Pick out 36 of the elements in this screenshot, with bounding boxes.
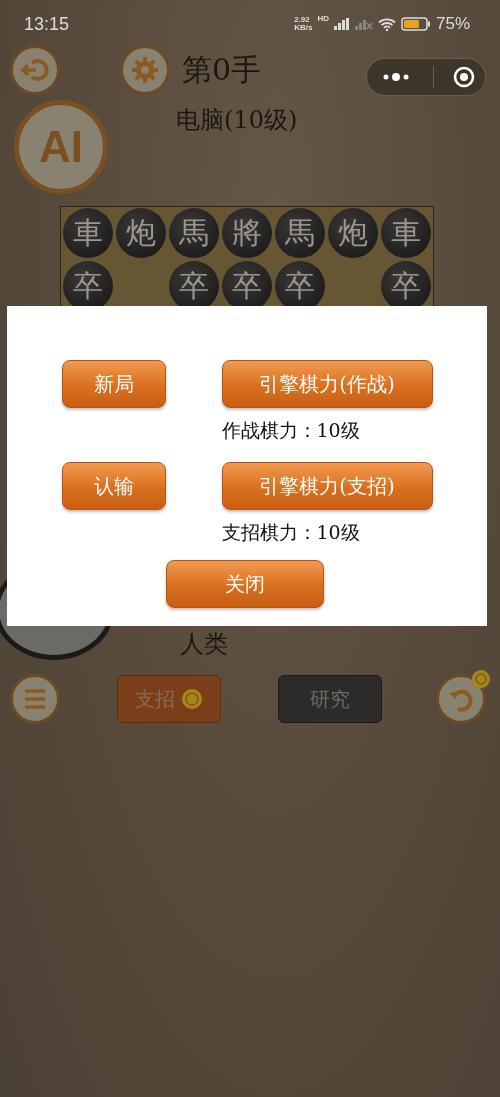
chess-piece[interactable]: 車 bbox=[381, 208, 432, 258]
battery-icon bbox=[400, 17, 431, 31]
chess-piece[interactable]: 將 bbox=[222, 208, 272, 258]
network-type: HD bbox=[317, 14, 329, 23]
coin-icon bbox=[471, 669, 491, 689]
signal-icon bbox=[333, 18, 350, 30]
close-miniprogram-icon[interactable] bbox=[452, 65, 477, 89]
hint-strength-label: 支招棋力：10级 bbox=[221, 520, 361, 545]
research-button[interactable]: 研究 bbox=[278, 675, 382, 723]
chess-piece[interactable]: 炮 bbox=[328, 208, 379, 258]
resign-button[interactable]: 认输 bbox=[61, 462, 166, 510]
move-counter: 第0手 bbox=[182, 50, 262, 89]
settings-icon bbox=[130, 55, 160, 85]
chess-piece[interactable]: 車 bbox=[62, 208, 113, 258]
chess-piece[interactable]: 馬 bbox=[168, 208, 219, 258]
battery-percent: 75% bbox=[435, 14, 470, 34]
player-name: 人类 bbox=[180, 629, 228, 660]
close-button[interactable]: 关闭 bbox=[165, 560, 324, 608]
network-speed: 2.92 bbox=[294, 16, 311, 24]
status-time: 13:15 bbox=[24, 13, 70, 35]
battle-strength-button[interactable]: 引擎棋力(作战) bbox=[221, 360, 433, 408]
coin-icon bbox=[181, 688, 203, 710]
network-speed-unit: KB/s bbox=[294, 24, 313, 32]
exit-button[interactable] bbox=[10, 45, 60, 95]
menu-button[interactable] bbox=[10, 674, 60, 724]
battle-strength-label: 作战棋力：10级 bbox=[221, 418, 361, 443]
new-game-button[interactable]: 新局 bbox=[61, 360, 166, 408]
hint-strength-button[interactable]: 引擎棋力(支招) bbox=[221, 462, 433, 510]
no-signal-icon bbox=[354, 18, 373, 30]
chess-piece[interactable]: 馬 bbox=[275, 208, 326, 258]
settings-button[interactable] bbox=[120, 45, 170, 95]
wifi-icon bbox=[377, 17, 396, 31]
menu-icon bbox=[22, 687, 48, 711]
opponent-name: 电脑(10级) bbox=[176, 105, 298, 136]
ai-label: AI bbox=[39, 122, 83, 172]
chess-piece[interactable]: 炮 bbox=[115, 208, 166, 258]
